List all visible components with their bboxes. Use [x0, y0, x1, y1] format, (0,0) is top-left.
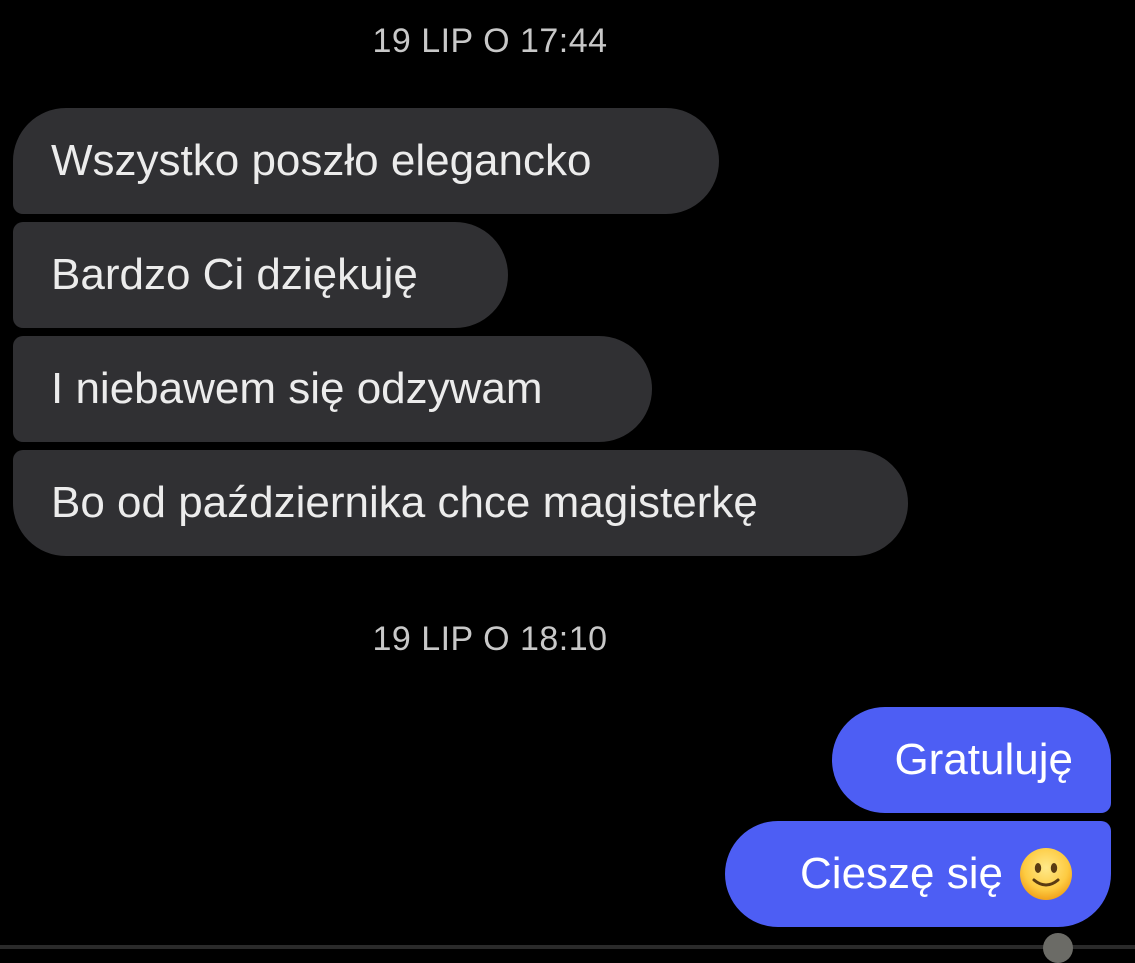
incoming-message-bubble[interactable]: Wszystko poszło elegancko	[13, 108, 719, 214]
message-text: Bo od października chce magisterkę	[51, 478, 758, 527]
message-timestamp: 19 LIP O 18:10	[372, 620, 608, 658]
incoming-message-bubble[interactable]: Bo od października chce magisterkę	[13, 450, 908, 556]
incoming-message-bubble[interactable]: Bardzo Ci dziękuję	[13, 222, 508, 328]
message-text: Gratuluję	[894, 735, 1073, 784]
message-text: Bardzo Ci dziękuję	[51, 250, 418, 299]
outgoing-message-bubble[interactable]: Cieszę się	[725, 821, 1111, 927]
outgoing-message-bubble[interactable]: Gratuluję	[832, 707, 1111, 813]
message-text: Wszystko poszło elegancko	[51, 136, 592, 185]
slightly-smiling-face-icon	[1019, 847, 1073, 901]
avatar	[1043, 933, 1073, 963]
bottom-edge-divider	[0, 945, 1135, 949]
incoming-message-bubble[interactable]: I niebawem się odzywam	[13, 336, 652, 442]
message-timestamp: 19 LIP O 17:44	[372, 22, 608, 60]
message-text: Cieszę się	[800, 849, 1003, 898]
message-text: I niebawem się odzywam	[51, 364, 543, 413]
